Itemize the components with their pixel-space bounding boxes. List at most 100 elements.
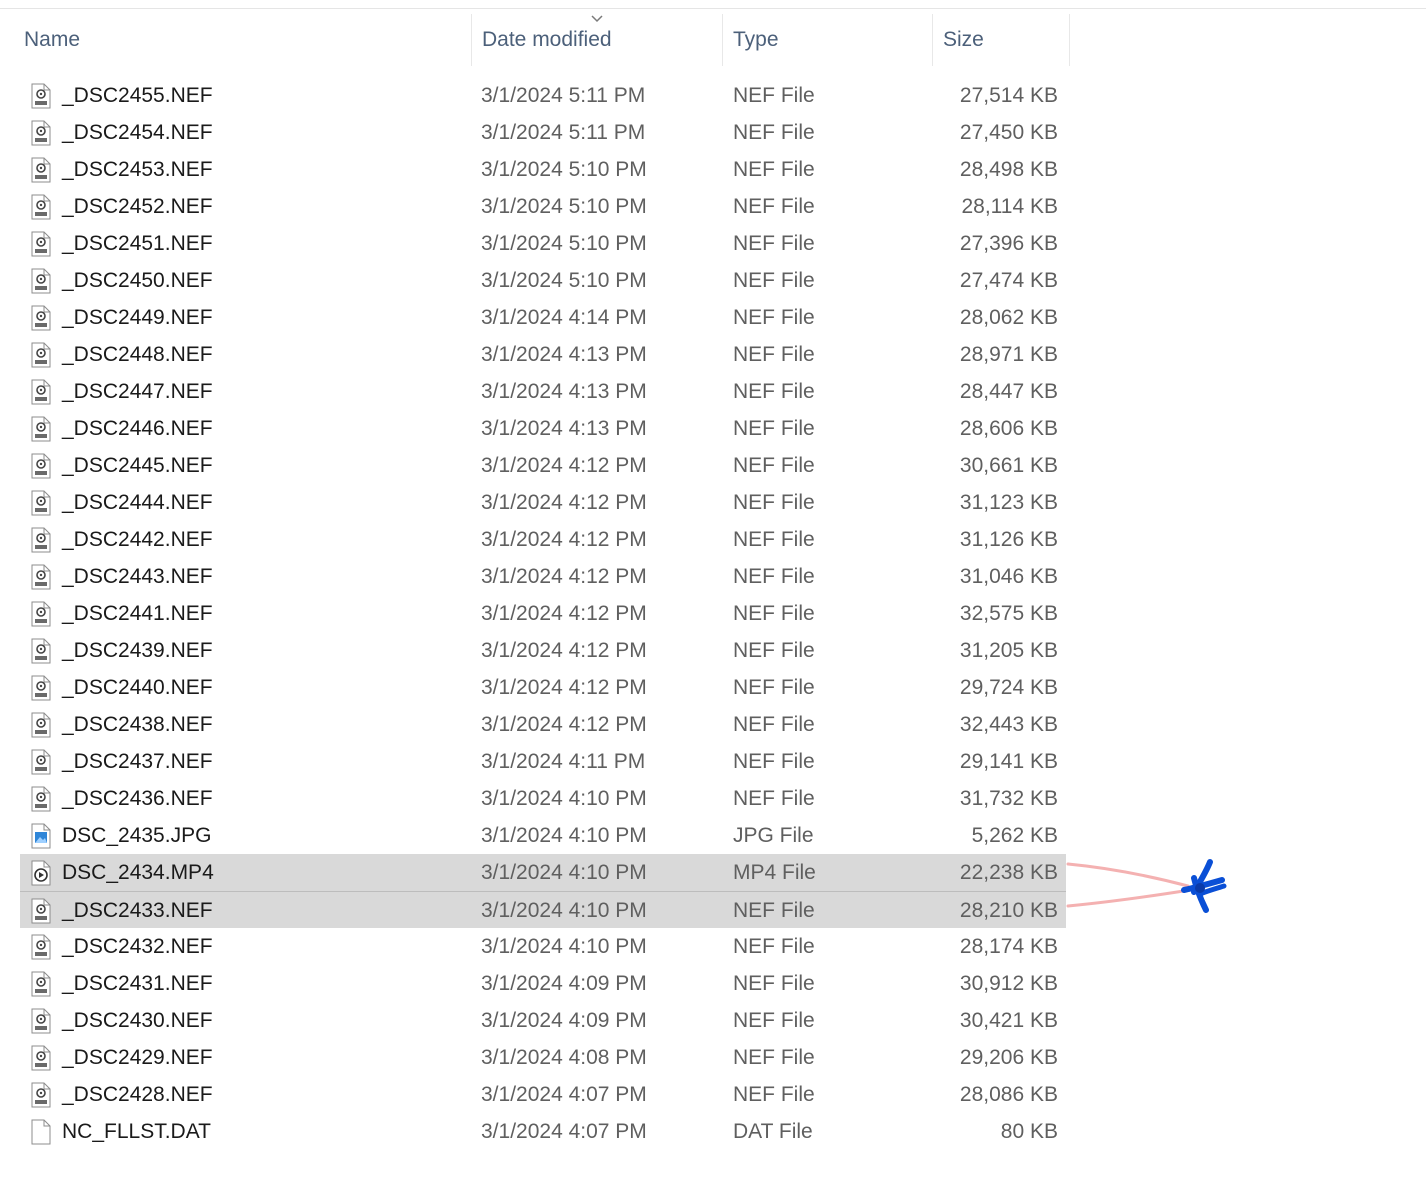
nef-file-icon xyxy=(30,971,52,997)
file-size: 32,443 KB xyxy=(959,713,1058,736)
file-row[interactable]: _DSC2440.NEF 3/1/2024 4:12 PM NEF File 29,7… xyxy=(20,669,1066,706)
file-row[interactable]: _DSC2454.NEF 3/1/2024 5:11 PM NEF File 27,4… xyxy=(20,114,1066,151)
file-row[interactable]: _DSC2441.NEF 3/1/2024 4:12 PM NEF File 32,5… xyxy=(20,595,1066,632)
column-header-name[interactable]: Name xyxy=(14,14,470,66)
file-row[interactable]: _DSC2438.NEF 3/1/2024 4:12 PM NEF File 32,4… xyxy=(20,706,1066,743)
file-date-modified: 3/1/2024 4:13 PM xyxy=(481,343,647,366)
file-type: NEF File xyxy=(733,602,815,625)
file-type: NEF File xyxy=(733,269,815,292)
file-row[interactable]: _DSC2428.NEF 3/1/2024 4:07 PM NEF File 28,0… xyxy=(20,1076,1066,1113)
file-date-modified: 3/1/2024 4:10 PM xyxy=(481,787,647,810)
file-date-modified: 3/1/2024 4:12 PM xyxy=(481,528,647,551)
file-row[interactable]: DSC_2434.MP4 3/1/2024 4:10 PM MP4 File 22,2… xyxy=(20,854,1066,891)
file-size: 28,062 KB xyxy=(959,306,1058,329)
file-row[interactable]: _DSC2437.NEF 3/1/2024 4:11 PM NEF File 29,1… xyxy=(20,743,1066,780)
image-file-icon xyxy=(30,823,52,849)
file-date-modified: 3/1/2024 4:10 PM xyxy=(481,824,647,847)
column-header-date-modified[interactable]: Date modified xyxy=(471,14,721,66)
file-size: 31,205 KB xyxy=(959,639,1058,662)
file-size: 28,086 KB xyxy=(959,1083,1058,1106)
file-date-modified: 3/1/2024 4:12 PM xyxy=(481,639,647,662)
file-size: 28,971 KB xyxy=(959,343,1058,366)
file-row[interactable]: _DSC2444.NEF 3/1/2024 4:12 PM NEF File 31,1… xyxy=(20,484,1066,521)
file-date-modified: 3/1/2024 4:07 PM xyxy=(481,1120,647,1143)
file-row[interactable]: NC_FLLST.DAT 3/1/2024 4:07 PM DAT File 80 K… xyxy=(20,1113,1066,1150)
file-name: _DSC2436.NEF xyxy=(62,787,213,810)
file-size: 31,732 KB xyxy=(959,787,1058,810)
file-date-modified: 3/1/2024 4:12 PM xyxy=(481,602,647,625)
file-date-modified: 3/1/2024 5:10 PM xyxy=(481,195,647,218)
nef-file-icon xyxy=(30,786,52,812)
file-row[interactable]: _DSC2445.NEF 3/1/2024 4:12 PM NEF File 30,6… xyxy=(20,447,1066,484)
nef-file-icon xyxy=(30,638,52,664)
file-size: 31,126 KB xyxy=(959,528,1058,551)
file-name: _DSC2442.NEF xyxy=(62,528,213,551)
file-row[interactable]: _DSC2450.NEF 3/1/2024 5:10 PM NEF File 27,4… xyxy=(20,262,1066,299)
nef-file-icon xyxy=(30,1045,52,1071)
file-row[interactable]: _DSC2442.NEF 3/1/2024 4:12 PM NEF File 31,1… xyxy=(20,521,1066,558)
file-size: 28,447 KB xyxy=(959,380,1058,403)
file-date-modified: 3/1/2024 4:14 PM xyxy=(481,306,647,329)
file-row[interactable]: _DSC2449.NEF 3/1/2024 4:14 PM NEF File 28,0… xyxy=(20,299,1066,336)
file-size: 31,046 KB xyxy=(959,565,1058,588)
file-type: NEF File xyxy=(733,491,815,514)
file-row[interactable]: _DSC2430.NEF 3/1/2024 4:09 PM NEF File 30,4… xyxy=(20,1002,1066,1039)
file-date-modified: 3/1/2024 4:09 PM xyxy=(481,972,647,995)
nef-file-icon xyxy=(30,83,52,109)
file-name: _DSC2450.NEF xyxy=(62,269,213,292)
file-row[interactable]: _DSC2433.NEF 3/1/2024 4:10 PM NEF File 28,2… xyxy=(20,891,1066,928)
file-name: _DSC2440.NEF xyxy=(62,676,213,699)
column-header-row: Name Date modified Type Size xyxy=(0,14,1426,66)
nef-file-icon xyxy=(30,1082,52,1108)
file-row[interactable]: _DSC2446.NEF 3/1/2024 4:13 PM NEF File 28,6… xyxy=(20,410,1066,447)
file-type: NEF File xyxy=(733,454,815,477)
column-header-size[interactable]: Size xyxy=(932,14,1070,66)
file-name: _DSC2438.NEF xyxy=(62,713,213,736)
file-row[interactable]: _DSC2451.NEF 3/1/2024 5:10 PM NEF File 27,3… xyxy=(20,225,1066,262)
file-name: _DSC2437.NEF xyxy=(62,750,213,773)
file-row[interactable]: _DSC2432.NEF 3/1/2024 4:10 PM NEF File 28,1… xyxy=(20,928,1066,965)
file-row[interactable]: _DSC2436.NEF 3/1/2024 4:10 PM NEF File 31,7… xyxy=(20,780,1066,817)
file-type: MP4 File xyxy=(733,861,816,884)
file-name: _DSC2454.NEF xyxy=(62,121,213,144)
file-date-modified: 3/1/2024 4:10 PM xyxy=(481,861,647,884)
file-size: 28,210 KB xyxy=(959,899,1058,922)
file-type: NEF File xyxy=(733,787,815,810)
file-name: _DSC2431.NEF xyxy=(62,972,213,995)
file-size: 28,498 KB xyxy=(959,158,1058,181)
nef-file-icon xyxy=(30,379,52,405)
file-row[interactable]: _DSC2443.NEF 3/1/2024 4:12 PM NEF File 31,0… xyxy=(20,558,1066,595)
file-size: 31,123 KB xyxy=(959,491,1058,514)
file-name: _DSC2428.NEF xyxy=(62,1083,213,1106)
file-date-modified: 3/1/2024 4:10 PM xyxy=(481,899,647,922)
nef-file-icon xyxy=(30,564,52,590)
file-name: _DSC2430.NEF xyxy=(62,1009,213,1032)
file-size: 29,141 KB xyxy=(959,750,1058,773)
file-row[interactable]: DSC_2435.JPG 3/1/2024 4:10 PM JPG File 5,26… xyxy=(20,817,1066,854)
file-row[interactable]: _DSC2429.NEF 3/1/2024 4:08 PM NEF File 29,2… xyxy=(20,1039,1066,1076)
nef-file-icon xyxy=(30,453,52,479)
file-row[interactable]: _DSC2439.NEF 3/1/2024 4:12 PM NEF File 31,2… xyxy=(20,632,1066,669)
column-header-type[interactable]: Type xyxy=(722,14,932,66)
video-file-icon xyxy=(30,860,52,886)
nef-file-icon xyxy=(30,157,52,183)
file-type: NEF File xyxy=(733,639,815,662)
file-size: 29,206 KB xyxy=(959,1046,1058,1069)
file-type: NEF File xyxy=(733,380,815,403)
nef-file-icon xyxy=(30,527,52,553)
file-row[interactable]: _DSC2431.NEF 3/1/2024 4:09 PM NEF File 30,9… xyxy=(20,965,1066,1002)
file-size: 27,514 KB xyxy=(959,84,1058,107)
file-row[interactable]: _DSC2452.NEF 3/1/2024 5:10 PM NEF File 28,1… xyxy=(20,188,1066,225)
file-row[interactable]: _DSC2447.NEF 3/1/2024 4:13 PM NEF File 28,4… xyxy=(20,373,1066,410)
hand-drawn-pointer-icon xyxy=(1066,859,1227,913)
file-date-modified: 3/1/2024 5:10 PM xyxy=(481,158,647,181)
file-date-modified: 3/1/2024 4:10 PM xyxy=(481,935,647,958)
nef-file-icon xyxy=(30,1008,52,1034)
file-date-modified: 3/1/2024 4:11 PM xyxy=(481,750,646,773)
file-row[interactable]: _DSC2453.NEF 3/1/2024 5:10 PM NEF File 28,4… xyxy=(20,151,1066,188)
file-row[interactable]: _DSC2455.NEF 3/1/2024 5:11 PM NEF File 27,5… xyxy=(20,77,1066,114)
file-row[interactable]: _DSC2448.NEF 3/1/2024 4:13 PM NEF File 28,9… xyxy=(20,336,1066,373)
file-type: NEF File xyxy=(733,1046,815,1069)
file-size: 27,396 KB xyxy=(959,232,1058,255)
file-date-modified: 3/1/2024 4:12 PM xyxy=(481,565,647,588)
